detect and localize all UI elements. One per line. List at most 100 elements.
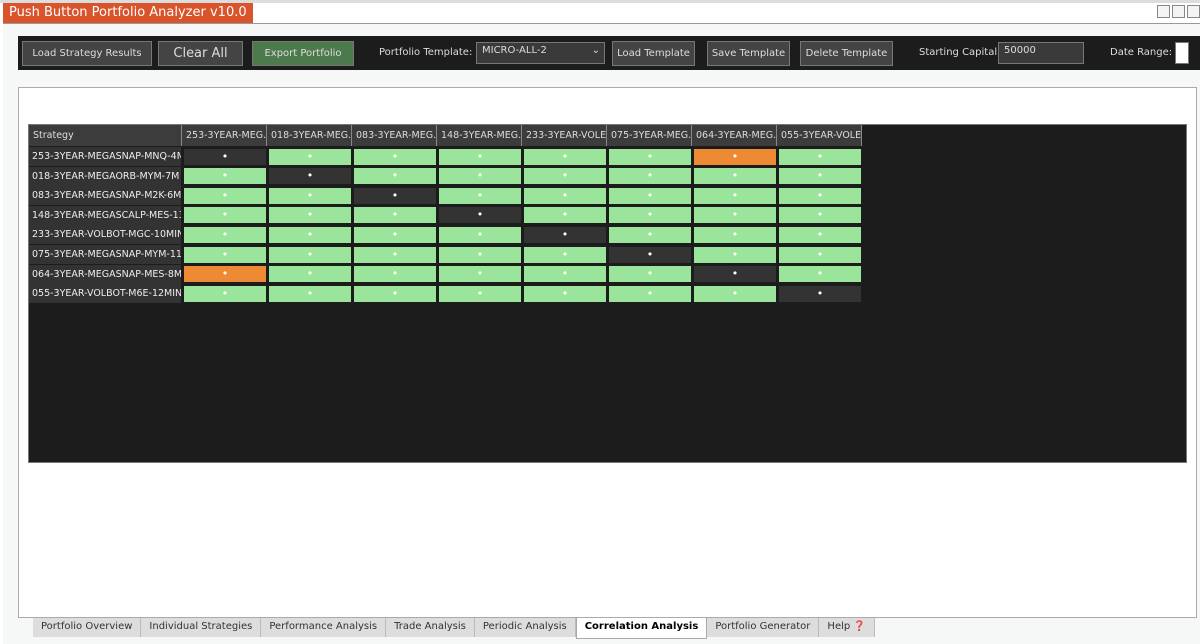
- export-portfolio-button[interactable]: Export Portfolio: [252, 41, 354, 66]
- correlation-cell[interactable]: •: [269, 148, 351, 165]
- tab-performance-analysis[interactable]: Performance Analysis: [261, 618, 387, 637]
- date-range-input[interactable]: [1175, 42, 1189, 64]
- correlation-cell[interactable]: •: [694, 285, 776, 302]
- tab-individual-strategies[interactable]: Individual Strategies: [141, 618, 262, 637]
- correlation-cell[interactable]: •: [779, 285, 861, 302]
- template-select[interactable]: MICRO-ALL-2 ⌄: [476, 42, 605, 64]
- correlation-cell[interactable]: •: [779, 226, 861, 243]
- correlation-cell[interactable]: •: [779, 187, 861, 204]
- correlation-cell[interactable]: •: [439, 187, 521, 204]
- template-value: MICRO-ALL-2: [482, 45, 547, 56]
- correlation-cell[interactable]: •: [779, 266, 861, 283]
- correlation-cell[interactable]: •: [609, 285, 691, 302]
- tab-bar: Portfolio Overview Individual Strategies P…: [33, 618, 875, 639]
- correlation-cell[interactable]: •: [269, 266, 351, 283]
- correlation-cell[interactable]: •: [439, 285, 521, 302]
- correlation-cell[interactable]: •: [439, 168, 521, 185]
- clear-all-button[interactable]: Clear All: [158, 41, 243, 66]
- correlation-cell[interactable]: •: [524, 168, 606, 185]
- correlation-cell[interactable]: •: [269, 226, 351, 243]
- correlation-cell[interactable]: •: [609, 207, 691, 224]
- correlation-cell[interactable]: •: [609, 266, 691, 283]
- column-header[interactable]: 253-3YEAR-MEG.: [182, 125, 267, 146]
- window-controls: [1157, 5, 1200, 18]
- correlation-cell[interactable]: •: [354, 226, 436, 243]
- correlation-cell[interactable]: •: [779, 246, 861, 263]
- correlation-cell[interactable]: •: [609, 246, 691, 263]
- correlation-cell[interactable]: •: [609, 187, 691, 204]
- correlation-cell[interactable]: •: [354, 148, 436, 165]
- correlation-cell[interactable]: •: [354, 266, 436, 283]
- correlation-cell[interactable]: •: [524, 148, 606, 165]
- correlation-cell[interactable]: •: [779, 207, 861, 224]
- correlation-cell[interactable]: •: [184, 266, 266, 283]
- load-template-button[interactable]: Load Template: [612, 41, 695, 66]
- correlation-cell[interactable]: •: [269, 207, 351, 224]
- tab-periodic-analysis[interactable]: Periodic Analysis: [474, 618, 576, 637]
- correlation-cell[interactable]: •: [524, 187, 606, 204]
- maximize-icon[interactable]: [1172, 5, 1185, 18]
- close-icon[interactable]: [1187, 5, 1200, 18]
- minimize-icon[interactable]: [1157, 5, 1170, 18]
- column-header[interactable]: 075-3YEAR-MEG.: [607, 125, 692, 146]
- correlation-cell[interactable]: •: [184, 246, 266, 263]
- column-header[interactable]: 083-3YEAR-MEG.: [352, 125, 437, 146]
- header-strategy[interactable]: Strategy: [29, 125, 182, 146]
- correlation-cell[interactable]: •: [184, 148, 266, 165]
- column-header[interactable]: 233-3YEAR-VOLE: [522, 125, 607, 146]
- correlation-cell[interactable]: •: [184, 187, 266, 204]
- tab-help[interactable]: Help ❓: [819, 618, 875, 637]
- correlation-cell[interactable]: •: [779, 148, 861, 165]
- correlation-cell[interactable]: •: [269, 246, 351, 263]
- correlation-cell[interactable]: •: [524, 266, 606, 283]
- correlation-cell[interactable]: •: [694, 148, 776, 165]
- correlation-cell[interactable]: •: [184, 168, 266, 185]
- correlation-cell[interactable]: •: [184, 285, 266, 302]
- correlation-cell[interactable]: •: [269, 187, 351, 204]
- correlation-cell[interactable]: •: [524, 226, 606, 243]
- save-template-button[interactable]: Save Template: [707, 41, 790, 66]
- correlation-cell[interactable]: •: [439, 246, 521, 263]
- correlation-cell[interactable]: •: [184, 226, 266, 243]
- correlation-cell[interactable]: •: [609, 148, 691, 165]
- correlation-cell[interactable]: •: [524, 285, 606, 302]
- correlation-cell[interactable]: •: [694, 168, 776, 185]
- row-label: 055-3YEAR-VOLBOT-M6E-12MIN: [29, 284, 181, 304]
- tab-portfolio-generator[interactable]: Portfolio Generator: [707, 618, 820, 637]
- column-header[interactable]: 064-3YEAR-MEG.: [692, 125, 777, 146]
- delete-template-button[interactable]: Delete Template: [800, 41, 893, 66]
- correlation-cell[interactable]: •: [354, 187, 436, 204]
- correlation-cell[interactable]: •: [609, 168, 691, 185]
- correlation-cell[interactable]: •: [439, 266, 521, 283]
- correlation-cell[interactable]: •: [184, 207, 266, 224]
- correlation-cell[interactable]: •: [694, 207, 776, 224]
- load-strategy-results-button[interactable]: Load Strategy Results: [22, 41, 152, 66]
- correlation-cell[interactable]: •: [354, 168, 436, 185]
- tab-trade-analysis[interactable]: Trade Analysis: [386, 618, 475, 637]
- correlation-cell[interactable]: •: [779, 168, 861, 185]
- row-label: 253-3YEAR-MEGASNAP-MNQ-4M: [29, 147, 181, 166]
- correlation-cell[interactable]: •: [439, 207, 521, 224]
- capital-input[interactable]: 50000: [998, 42, 1084, 64]
- correlation-cell[interactable]: •: [354, 246, 436, 263]
- column-header[interactable]: 018-3YEAR-MEG.: [267, 125, 352, 146]
- correlation-cell[interactable]: •: [694, 226, 776, 243]
- correlation-cell[interactable]: •: [609, 226, 691, 243]
- toolbar: Load Strategy Results Clear All Export P…: [18, 36, 1200, 70]
- correlation-cell[interactable]: •: [694, 266, 776, 283]
- correlation-cell[interactable]: •: [694, 246, 776, 263]
- tab-correlation-analysis[interactable]: Correlation Analysis: [575, 618, 708, 639]
- correlation-cell[interactable]: •: [524, 207, 606, 224]
- tab-portfolio-overview[interactable]: Portfolio Overview: [33, 618, 142, 637]
- row-label: 064-3YEAR-MEGASNAP-MES-8M: [29, 264, 181, 284]
- correlation-cell[interactable]: •: [354, 207, 436, 224]
- correlation-cell[interactable]: •: [269, 285, 351, 302]
- correlation-cell[interactable]: •: [694, 187, 776, 204]
- correlation-cell[interactable]: •: [354, 285, 436, 302]
- column-header[interactable]: 148-3YEAR-MEG.: [437, 125, 522, 146]
- correlation-cell[interactable]: •: [524, 246, 606, 263]
- correlation-cell[interactable]: •: [439, 226, 521, 243]
- correlation-cell[interactable]: •: [439, 148, 521, 165]
- correlation-cell[interactable]: •: [269, 168, 351, 185]
- column-header[interactable]: 055-3YEAR-VOLE: [777, 125, 862, 146]
